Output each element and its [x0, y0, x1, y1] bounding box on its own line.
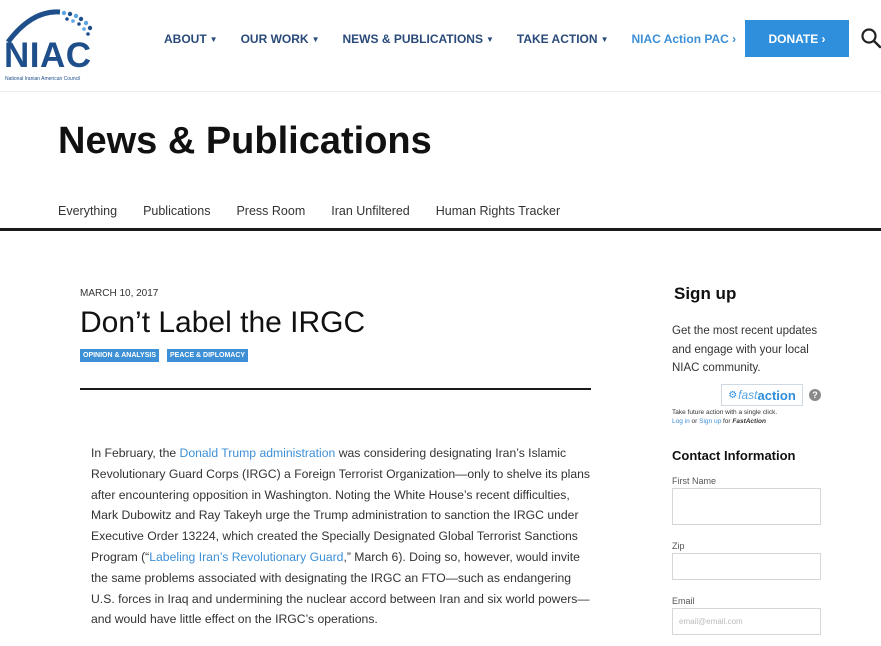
tag-peace-diplomacy[interactable]: PEACE & DIPLOMACY — [167, 349, 249, 362]
body-text-segment: was considering designating Iran’s Islam… — [91, 446, 590, 564]
email-label: Email — [672, 596, 695, 606]
tag-opinion-analysis[interactable]: OPINION & ANALYSIS — [80, 349, 159, 362]
article-divider — [80, 388, 591, 390]
nav-item-our-work[interactable]: OUR WORK ▼ — [241, 32, 320, 46]
note-text: for — [721, 418, 733, 425]
logo-subtext: National Iranian American Council — [5, 76, 81, 82]
subnav-item-human-rights-tracker[interactable]: Human Rights Tracker — [436, 204, 560, 218]
subnav-item-publications[interactable]: Publications — [143, 204, 210, 218]
article-tags: OPINION & ANALYSIS PEACE & DIPLOMACY — [80, 349, 249, 362]
link-labeling-irans-revolutionary-guard[interactable]: Labeling Iran’s Revolutionary Guard — [149, 550, 343, 564]
nav-item-take-action[interactable]: TAKE ACTION ▼ — [517, 32, 609, 46]
link-donald-trump-administration[interactable]: Donald Trump administration — [180, 446, 336, 460]
fastaction-logo-icon: ⚙ — [728, 389, 738, 401]
nav-label: NEWS & PUBLICATIONS — [342, 32, 483, 46]
nav-item-about[interactable]: ABOUT ▼ — [164, 32, 218, 46]
fastaction-brand: FastAction — [732, 418, 766, 425]
donate-button[interactable]: DONATE › — [745, 20, 849, 57]
help-icon[interactable]: ? — [809, 389, 821, 401]
first-name-label: First Name — [672, 476, 717, 486]
fastaction-fast-label: fast — [738, 388, 758, 402]
nav-label: NIAC Action PAC › — [631, 32, 737, 46]
caret-down-icon: ▼ — [485, 35, 494, 44]
zip-input[interactable] — [672, 553, 821, 580]
article-body-paragraph: In February, the Donald Trump administra… — [91, 443, 591, 630]
nav-label: OUR WORK — [240, 32, 309, 46]
caret-down-icon: ▼ — [600, 35, 609, 44]
zip-label: Zip — [672, 541, 685, 551]
fastaction-note-line: Log in or Sign up for FastAction — [672, 417, 842, 426]
signup-title: Sign up — [674, 284, 737, 303]
fastaction-login-link[interactable]: Log in — [672, 418, 690, 425]
section-subnav: Everything Publications Press Room Iran … — [58, 204, 586, 218]
main-nav: ABOUT ▼ OUR WORK ▼ NEWS & PUBLICATIONS ▼ TA… — [164, 32, 759, 46]
nav-item-news-publications[interactable]: NEWS & PUBLICATIONS ▼ — [343, 32, 494, 46]
subnav-item-press-room[interactable]: Press Room — [236, 204, 305, 218]
subnav-divider — [0, 228, 881, 231]
nav-label: ABOUT — [164, 32, 207, 46]
note-text: or — [689, 418, 700, 425]
nav-label: TAKE ACTION — [516, 32, 598, 46]
contact-information-title: Contact Information — [672, 448, 796, 463]
caret-down-icon: ▼ — [311, 35, 320, 44]
fastaction-action-label: action — [757, 387, 796, 403]
nav-item-niac-action-pac[interactable]: NIAC Action PAC › — [631, 32, 736, 46]
article-headline: Don’t Label the IRGC — [80, 306, 366, 339]
fastaction-note: Take future action with a single click. … — [672, 408, 842, 426]
first-name-input[interactable] — [672, 488, 821, 525]
article-date: MARCH 10, 2017 — [80, 288, 159, 299]
caret-down-icon: ▼ — [209, 35, 218, 44]
signup-description: Get the most recent updates and engage w… — [672, 325, 818, 374]
subnav-item-everything[interactable]: Everything — [58, 204, 117, 218]
fastaction-note-line: Take future action with a single click. — [672, 409, 778, 416]
email-input[interactable] — [672, 608, 821, 635]
search-icon[interactable] — [860, 27, 881, 49]
logo-wordmark: NIAC — [4, 36, 92, 75]
fastaction-button[interactable]: ⚙ fast action — [721, 384, 803, 406]
niac-logo[interactable]: NIAC National Iranian American Council — [2, 6, 98, 82]
body-text-segment: In February, the — [91, 446, 180, 460]
site-header: NIAC National Iranian American Council A… — [0, 0, 881, 92]
subnav-item-iran-unfiltered[interactable]: Iran Unfiltered — [331, 204, 410, 218]
fastaction-signup-link[interactable]: Sign up — [699, 418, 721, 425]
page-title: News & Publications — [58, 120, 432, 162]
